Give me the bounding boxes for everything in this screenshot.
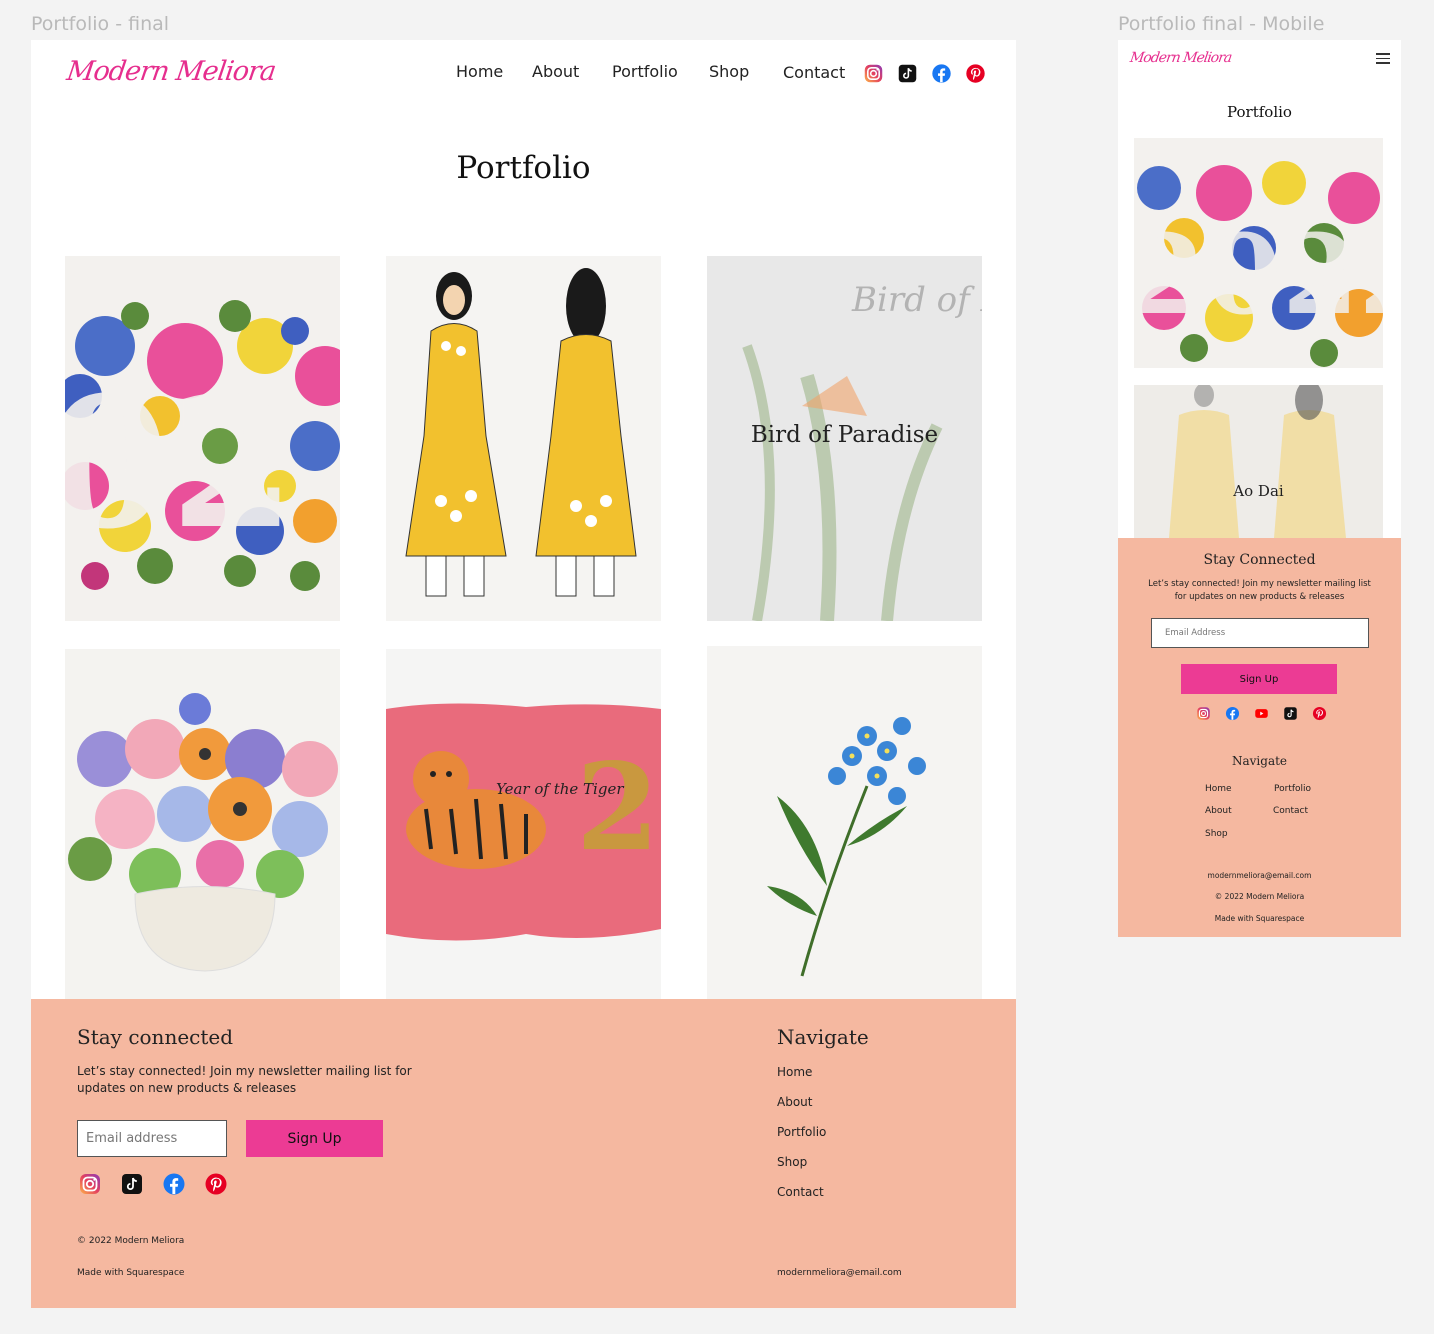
nav-portfolio[interactable]: Portfolio xyxy=(612,62,678,81)
tiktok-icon[interactable] xyxy=(120,1172,144,1196)
mobile-sign-up-button[interactable]: Sign Up xyxy=(1181,664,1337,694)
navigate-title: Navigate xyxy=(777,1025,869,1049)
mobile-nav-about[interactable]: About xyxy=(1205,806,1232,816)
gallery-tile-flower-vase[interactable] xyxy=(65,649,340,999)
copyright-text: © 2022 Modern Meliora xyxy=(77,1236,185,1246)
footer-nav-about[interactable]: About xyxy=(777,1095,812,1109)
site-logo[interactable]: Modern Meliora xyxy=(65,56,278,87)
desktop-page: Modern Meliora Home About Portfolio Shop… xyxy=(31,40,1016,1308)
mobile-tile-2022[interactable]: 2022 xyxy=(1134,138,1383,368)
footer-nav-shop[interactable]: Shop xyxy=(777,1155,807,1169)
facebook-icon[interactable] xyxy=(1225,706,1240,721)
gallery-tile-year-of-tiger[interactable]: 22 Year of the Tiger xyxy=(386,649,661,999)
stay-connected-title: Stay connected xyxy=(77,1025,234,1049)
page-title: Portfolio xyxy=(456,150,591,186)
svg-text:22: 22 xyxy=(576,737,661,878)
desktop-footer: Stay connected Let’s stay connected! Joi… xyxy=(31,999,1016,1308)
made-with-text[interactable]: Made with Squarespace xyxy=(77,1268,184,1278)
mobile-tile-label: Ao Dai xyxy=(1233,482,1284,500)
svg-text:02: 02 xyxy=(65,358,296,569)
mobile-nav-contact[interactable]: Contact xyxy=(1273,806,1308,816)
gallery-tile-ao-dai[interactable] xyxy=(386,256,661,621)
instagram-icon[interactable] xyxy=(863,63,884,84)
footer-nav-contact[interactable]: Contact xyxy=(777,1185,824,1199)
nav-shop[interactable]: Shop xyxy=(709,62,749,81)
instagram-icon[interactable] xyxy=(1196,706,1211,721)
mobile-frame-label: Portfolio final - Mobile xyxy=(1118,13,1325,35)
nav-home[interactable]: Home xyxy=(456,62,503,81)
sign-up-button[interactable]: Sign Up xyxy=(246,1120,383,1157)
svg-text:2022: 2022 xyxy=(1134,210,1383,339)
mobile-made-with-text[interactable]: Made with Squarespace xyxy=(1118,914,1401,923)
header-social-icons xyxy=(863,63,986,84)
mobile-page: Modern Meliora Portfolio 2022 Ao Dai Sta… xyxy=(1118,40,1401,937)
mobile-footer-email[interactable]: modernmeliora@email.com xyxy=(1118,871,1401,880)
email-field[interactable]: Email address xyxy=(77,1120,227,1157)
mobile-page-title: Portfolio xyxy=(1227,103,1292,121)
stay-connected-text-2: updates on new products & releases xyxy=(77,1081,297,1095)
mobile-site-logo[interactable]: Modern Meliora xyxy=(1129,50,1232,66)
gallery-tile-forget-me-not[interactable] xyxy=(707,646,982,999)
pinterest-icon[interactable] xyxy=(965,63,986,84)
footer-nav-portfolio[interactable]: Portfolio xyxy=(777,1125,826,1139)
facebook-icon[interactable] xyxy=(162,1172,186,1196)
mobile-stay-connected-title: Stay Connected xyxy=(1203,552,1316,568)
mobile-stay-text-2: for updates on new products & releases xyxy=(1174,592,1345,602)
mobile-nav-shop[interactable]: Shop xyxy=(1205,829,1228,839)
bird-script-text: Bird of Paradise xyxy=(851,280,982,320)
pinterest-icon[interactable] xyxy=(1312,706,1327,721)
footer-email[interactable]: modernmeliora@email.com xyxy=(777,1268,902,1278)
gallery-tile-2022[interactable]: 02 xyxy=(65,256,340,621)
footer-social-icons xyxy=(78,1172,228,1196)
pinterest-icon[interactable] xyxy=(204,1172,228,1196)
mobile-navigate-title: Navigate xyxy=(1231,754,1288,768)
mobile-copyright-text: © 2022 Modern Meliora xyxy=(1214,892,1305,901)
mobile-stay-text-1: Let’s stay connected! Join my newsletter… xyxy=(1148,579,1371,589)
mobile-footer: Stay Connected Let’s stay connected! Joi… xyxy=(1118,538,1401,937)
tiger-script-text: Year of the Tiger xyxy=(496,780,624,798)
instagram-icon[interactable] xyxy=(78,1172,102,1196)
mobile-email-field[interactable]: Email Address xyxy=(1151,618,1369,648)
nav-about[interactable]: About xyxy=(532,62,579,81)
footer-nav-home[interactable]: Home xyxy=(777,1065,812,1079)
nav-contact[interactable]: Contact xyxy=(783,63,845,82)
tiktok-icon[interactable] xyxy=(1283,706,1298,721)
mobile-tile-ao-dai[interactable]: Ao Dai xyxy=(1134,385,1383,538)
desktop-frame-label: Portfolio - final xyxy=(31,13,170,35)
tiktok-icon[interactable] xyxy=(897,63,918,84)
mobile-nav-portfolio[interactable]: Portfolio xyxy=(1274,784,1311,794)
gallery-tile-bird-of-paradise[interactable]: Bird of Paradise Bird of Paradise xyxy=(707,256,982,621)
mobile-social-icons xyxy=(1196,706,1327,721)
youtube-icon[interactable] xyxy=(1254,706,1269,721)
facebook-icon[interactable] xyxy=(931,63,952,84)
stay-connected-text-1: Let’s stay connected! Join my newsletter… xyxy=(77,1064,412,1078)
hamburger-menu-icon[interactable] xyxy=(1376,53,1390,65)
mobile-nav-home[interactable]: Home xyxy=(1205,784,1232,794)
tile-overlay-label: Bird of Paradise xyxy=(750,422,939,448)
